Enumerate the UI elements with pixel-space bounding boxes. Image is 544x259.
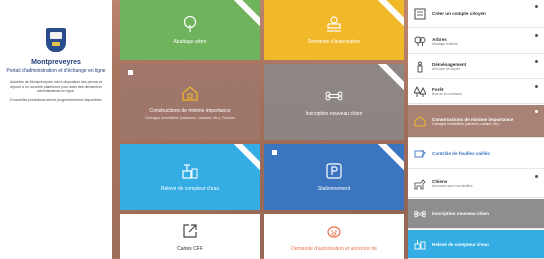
menu-constructions[interactable]: Constructions de minime importance Ouvra… <box>408 105 544 138</box>
commune-crest-logo <box>46 28 66 52</box>
tile-demande-annonce[interactable]: Demande d'autorisation et annonce de <box>264 214 404 259</box>
tile-releve-compteur[interactable]: Relevé de compteur d'eau <box>120 144 260 210</box>
new-ribbon <box>370 64 404 98</box>
left-info-panel: Montpreveyres Portail d'administration e… <box>0 0 112 259</box>
menu-item-subtitle: Ouvrages immobiliers (cabanon, cabane, e… <box>432 121 500 126</box>
favorite-dot-icon <box>535 60 538 63</box>
intro-paragraph: Autorités de Montpreveyres met à disposi… <box>9 80 102 94</box>
right-menu: Créer un compte citoyen Arbres Abattage … <box>408 0 544 259</box>
new-ribbon <box>226 144 260 178</box>
tree-icon <box>181 15 199 33</box>
water-meter-icon <box>181 162 199 180</box>
tile-cartes-cff[interactable]: Cartes CFF <box>120 214 260 259</box>
favorite-dot-icon <box>535 110 538 113</box>
tile-label: Relevé de compteur d'eau <box>160 186 220 192</box>
dog-icon <box>414 178 426 190</box>
tile-label: Stationnement <box>317 186 351 192</box>
menu-inscription-chien[interactable]: Inscription nouveau chien <box>408 199 544 229</box>
pig-icon <box>325 222 343 240</box>
commune-title: Montpreveyres <box>31 59 81 66</box>
trees-icon <box>414 35 426 47</box>
favorite-dot-icon <box>535 175 538 178</box>
tile-label: Cartes CFF <box>177 245 203 252</box>
tile-label: Demande d'autorisation et annonce de <box>291 245 377 252</box>
account-icon <box>414 8 426 20</box>
menu-controle-feuilles[interactable]: Contrôle de feuilles vaillés <box>408 139 544 169</box>
moving-icon <box>414 61 426 73</box>
menu-chiens[interactable]: Chiens Annonces pour nos familles <box>408 170 544 198</box>
notice-paragraph: D'nouvelles prestations seront progressi… <box>9 97 103 102</box>
tile-constructions[interactable]: Constructions de minime importance Ouvra… <box>120 64 260 140</box>
tile-label: Abattage arbre <box>173 39 207 45</box>
menu-item-title: Relevé de compteur d'eau <box>432 241 489 247</box>
flag-marker <box>128 70 133 75</box>
menu-foret[interactable]: Forêt Bois de la commune <box>408 80 544 104</box>
parking-icon <box>325 162 343 180</box>
menu-releve-compteur[interactable]: Relevé de compteur d'eau <box>408 230 544 259</box>
menu-item-title: Créer un compte citoyen <box>432 11 486 16</box>
favorite-dot-icon <box>535 34 538 37</box>
stamp-icon <box>325 15 343 33</box>
bone-icon <box>414 208 426 220</box>
leaf-icon <box>414 148 426 160</box>
tile-abattage-arbre[interactable]: Abattage arbre <box>120 0 260 60</box>
tile-label: Constructions de minime importance <box>149 108 231 114</box>
new-ribbon <box>370 0 404 34</box>
tile-demande-autorisation[interactable]: Demande d'autorisation <box>264 0 404 60</box>
water-meter-icon <box>414 238 426 250</box>
new-ribbon <box>226 0 260 34</box>
menu-item-subtitle: Bois de la commune <box>432 92 462 96</box>
tile-label: Demande d'autorisation <box>307 39 361 45</box>
new-ribbon <box>370 144 404 178</box>
favorite-dot-icon <box>535 85 538 88</box>
tile-stationnement[interactable]: Stationnement <box>264 144 404 210</box>
menu-item-subtitle: Annonce de départ <box>432 67 460 71</box>
portal-subtitle: Portail d'administration et d'échange en… <box>6 68 106 74</box>
menu-arbres[interactable]: Arbres Abattage d'arbres <box>408 29 544 54</box>
tile-sublabel: Ouvrages immobiliers (cabanons, cabanes,… <box>144 116 236 120</box>
menu-item-subtitle: Annonces pour nos familles <box>432 184 473 188</box>
menu-create-account[interactable]: Créer un compte citoyen <box>408 0 544 28</box>
house-icon <box>181 84 199 102</box>
menu-item-title: Constructions de minime importance <box>432 116 514 122</box>
bone-icon <box>325 87 343 105</box>
flag-marker <box>272 150 277 155</box>
menu-item-title: Inscription nouveau chien <box>432 211 489 216</box>
house-icon <box>414 115 426 127</box>
forest-icon <box>414 85 426 98</box>
menu-demenagement[interactable]: Déménagement Annonce de départ <box>408 55 544 79</box>
tile-inscription-chien[interactable]: Inscription nouveau chien <box>264 64 404 140</box>
external-link-icon <box>181 222 199 240</box>
menu-item-subtitle: Abattage d'arbres <box>432 41 458 46</box>
tile-label: Inscription nouveau chien <box>305 111 363 117</box>
menu-item-title: Contrôle de feuilles vaillés <box>432 151 490 156</box>
favorite-dot-icon <box>535 5 538 8</box>
